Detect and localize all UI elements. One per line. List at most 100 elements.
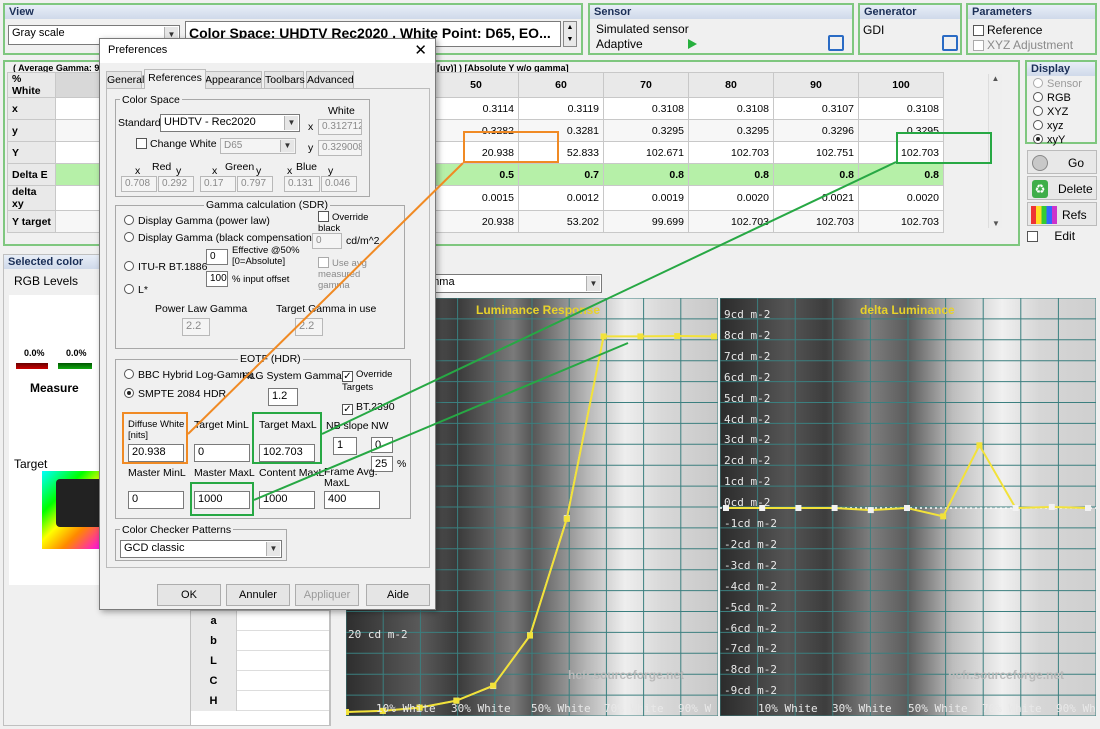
list-item: C: [191, 671, 329, 691]
change-white-select[interactable]: D65 ▼: [220, 138, 296, 154]
list-item-label: b: [191, 631, 237, 651]
delta-y-tick: -2cd m-2: [724, 537, 777, 551]
nw-field[interactable]: 0: [371, 437, 393, 453]
bt2390-checkbox[interactable]: ✓ BT.2390: [342, 401, 395, 415]
apply-button[interactable]: Appliquer: [295, 584, 359, 606]
dialog-tabs: General References Appearance Toolbars Advan…: [106, 69, 436, 89]
display-option[interactable]: Sensor: [1033, 78, 1082, 90]
white-y-field[interactable]: 0.329008: [318, 140, 362, 156]
delta-y-tick: -6cd m-2: [724, 621, 777, 635]
sensor-panel: Sensor Simulated sensor Adaptive: [588, 3, 854, 55]
display-option[interactable]: RGB: [1033, 92, 1071, 104]
refs-button[interactable]: Refs: [1027, 202, 1097, 226]
tab-general[interactable]: General: [106, 71, 144, 89]
checker-select[interactable]: GCD classic ▼: [120, 540, 282, 558]
list-item-label: a: [191, 611, 237, 631]
scroll-down-icon[interactable]: ▼: [989, 219, 1003, 228]
go-label: Go: [1068, 156, 1085, 170]
reference-checkbox[interactable]: Reference: [973, 23, 1042, 37]
blue-y-field[interactable]: 0.046: [321, 176, 357, 192]
delta-point: [1085, 505, 1091, 511]
eotf-hlg-radio[interactable]: BBC Hybrid Log-Gamma: [124, 369, 254, 381]
nw-label: NW: [371, 420, 389, 432]
gamma-power-radio[interactable]: Display Gamma (power law): [124, 215, 270, 227]
edit-checkbox[interactable]: Edit: [1027, 229, 1097, 245]
cancel-button[interactable]: Annuler: [226, 584, 290, 606]
blue-x-field[interactable]: 0.131: [284, 176, 320, 192]
display-title: Display: [1027, 62, 1095, 76]
generator-config-icon[interactable]: [942, 35, 958, 51]
highlight-table-y100: [896, 132, 992, 164]
target-minl-field[interactable]: 0: [194, 444, 250, 462]
display-option-label: Sensor: [1047, 78, 1082, 90]
luminance-point: [674, 333, 681, 340]
green-y-field[interactable]: 0.797: [237, 176, 273, 192]
red-x-field[interactable]: 0.708: [121, 176, 157, 192]
rgb-levels-label: RGB Levels: [14, 274, 79, 288]
gamma-bt1886-radio[interactable]: ITU-R BT.1886: [124, 261, 207, 273]
chevron-down-icon: ▼: [586, 276, 600, 291]
table-cell: 99.699: [603, 210, 689, 233]
level-bar-1: [16, 363, 48, 369]
scroll-up-icon[interactable]: ▲: [989, 74, 1002, 83]
display-option[interactable]: XYZ: [1033, 106, 1068, 118]
target-gamma-field[interactable]: 2.2: [295, 318, 323, 336]
list-item-label: H: [191, 691, 237, 711]
gamma-black-radio[interactable]: Display Gamma (black compensation): [124, 232, 315, 244]
delta-x-tick: 30% White: [832, 702, 892, 715]
xyz-adjustment-checkbox[interactable]: XYZ Adjustment: [973, 38, 1073, 52]
tab-advanced[interactable]: Advanced: [306, 71, 354, 89]
tab-references[interactable]: References: [144, 69, 206, 89]
sensor-config-icon[interactable]: [828, 35, 844, 51]
refs-label: Refs: [1062, 208, 1087, 222]
colorspace-spinner[interactable]: ▲ ▼: [563, 21, 577, 47]
display-option[interactable]: xyY: [1033, 134, 1065, 146]
frame-avg-field[interactable]: 400: [324, 491, 380, 509]
close-icon[interactable]: ✕: [414, 41, 427, 59]
table-cell: 53.202: [518, 210, 604, 233]
row-label: delta xy: [7, 185, 56, 211]
table-cell: 0.3108: [858, 97, 944, 120]
master-minl-field[interactable]: 0: [128, 491, 184, 509]
display-option[interactable]: xyz: [1033, 120, 1064, 132]
change-white-checkbox[interactable]: Change White: [136, 138, 217, 150]
table-cell: 0.3107: [773, 97, 859, 120]
content-maxl-field[interactable]: 1000: [259, 491, 315, 509]
delta-y-tick: 6cd m-2: [724, 370, 771, 384]
delta-y-tick: 7cd m-2: [724, 349, 771, 363]
delta-point: [795, 505, 802, 511]
display-option-label: XYZ: [1047, 106, 1069, 118]
play-icon[interactable]: [688, 39, 697, 49]
luminance-point: [600, 333, 607, 340]
graph-type-select[interactable]: amma ▼: [420, 274, 602, 293]
nb-slope-field[interactable]: 1: [333, 437, 357, 455]
ok-button[interactable]: OK: [157, 584, 221, 606]
delta-y-tick: 3cd m-2: [724, 433, 771, 447]
standard-select[interactable]: UHDTV - Rec2020 ▼: [160, 114, 300, 132]
hlg-system-field[interactable]: 1.2: [268, 388, 298, 406]
parameters-panel: Parameters Reference XYZ Adjustment: [966, 3, 1097, 55]
power-law-field[interactable]: 2.2: [182, 318, 210, 336]
delete-button[interactable]: ♻ Delete: [1027, 176, 1097, 200]
white-x-field[interactable]: 0.312712: [318, 119, 362, 135]
table-cell: 0.0020: [858, 185, 944, 211]
go-button[interactable]: Go: [1027, 150, 1097, 174]
bt1886-offset-field[interactable]: 100: [206, 271, 228, 287]
tab-toolbars[interactable]: Toolbars: [264, 71, 305, 89]
green-x-field[interactable]: 0.17: [200, 176, 236, 192]
color-list: abLCH: [190, 610, 330, 726]
eotf-smpte-radio[interactable]: SMPTE 2084 HDR: [124, 388, 226, 400]
bt1886-effective-field[interactable]: 0: [206, 249, 228, 265]
use-avg-checkbox[interactable]: Use avg measured gamma: [318, 257, 378, 291]
help-button[interactable]: Aide: [366, 584, 430, 606]
override-black-field[interactable]: 0: [312, 233, 342, 249]
override-black-checkbox[interactable]: Override black: [318, 211, 378, 234]
level-pct-1: 0.0%: [24, 348, 45, 358]
red-y-field[interactable]: 0.292: [158, 176, 194, 192]
recycle-icon: ♻: [1032, 180, 1048, 198]
row-label: Y target: [7, 210, 56, 233]
override-targets-checkbox[interactable]: ✓ Override Targets: [342, 369, 404, 393]
gamma-lstar-radio[interactable]: L*: [124, 284, 148, 296]
delta-point: [1012, 505, 1019, 511]
tab-appearance[interactable]: Appearance: [204, 71, 262, 89]
